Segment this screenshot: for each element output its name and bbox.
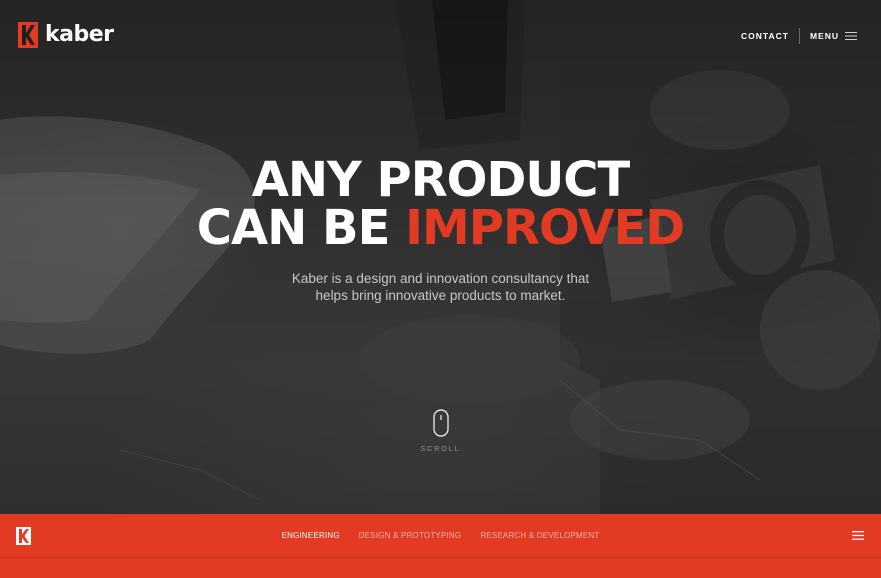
brand-logo[interactable]: kaber — [18, 22, 114, 48]
subnav-item-design-prototyping[interactable]: Design & Prototyping — [359, 531, 462, 540]
page: kaber CONTACT MENU ANY PRODUCT CAN BE IM… — [0, 0, 881, 578]
top-navigation: CONTACT MENU — [741, 28, 857, 44]
subheading-line-2: helps bring innovative products to marke… — [315, 288, 566, 303]
headline-accent-word: IMPROVED — [405, 200, 685, 256]
hamburger-icon — [845, 32, 857, 40]
hero-section: kaber CONTACT MENU ANY PRODUCT CAN BE IM… — [0, 0, 881, 514]
headline-line-2-prefix: CAN BE — [196, 200, 406, 256]
subnav-item-research-development[interactable]: Research & Development — [480, 531, 599, 540]
kaber-k-icon — [18, 22, 38, 48]
nav-divider — [798, 28, 800, 44]
hamburger-icon[interactable] — [852, 531, 864, 540]
brand-name: kaber — [45, 22, 114, 47]
contact-link[interactable]: CONTACT — [741, 31, 789, 41]
scroll-indicator[interactable]: SCROLL — [0, 409, 881, 453]
scroll-label: SCROLL — [420, 446, 461, 453]
menu-button[interactable]: MENU — [810, 31, 857, 41]
menu-label: MENU — [809, 31, 839, 41]
hero-subheading: Kaber is a design and innovation consult… — [0, 270, 881, 304]
hero-headline: ANY PRODUCT CAN BE IMPROVED — [0, 156, 881, 252]
subnav-item-engineering[interactable]: Engineering — [282, 531, 340, 540]
mouse-icon — [432, 409, 449, 437]
services-nav: Engineering Design & Prototyping Researc… — [0, 531, 881, 540]
subheading-line-1: Kaber is a design and innovation consult… — [291, 271, 590, 286]
services-subnav: Engineering Design & Prototyping Researc… — [0, 514, 881, 578]
subnav-divider-line — [0, 557, 881, 558]
